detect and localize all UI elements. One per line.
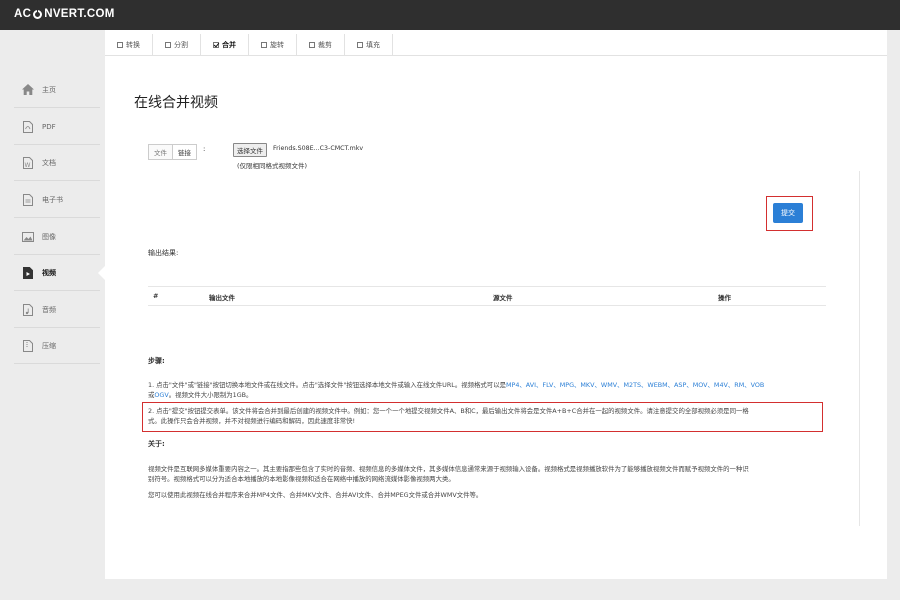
submit-button[interactable]: 提交 bbox=[773, 203, 803, 223]
source-toggle: 文件 链接 bbox=[148, 144, 197, 160]
sidebar-item-home[interactable]: 主页 bbox=[14, 72, 100, 108]
steps-title: 步骤: bbox=[148, 357, 165, 365]
image-icon bbox=[22, 231, 34, 243]
tab-split[interactable]: 分割 bbox=[153, 34, 201, 56]
about-text-b: 别符号。视频格式可以分为适合本地播放的本地影像视频和适合在网络中播放的网络流媒体… bbox=[148, 475, 455, 483]
tab-rotate[interactable]: 旋转 bbox=[249, 34, 297, 56]
column-header-source: 源文件 bbox=[493, 294, 513, 302]
video-icon bbox=[22, 266, 34, 279]
sidebar-item-label: 视频 bbox=[42, 268, 56, 277]
about-paragraph-2: 您可以使用此视频在线合并程序来合并MP4文件、合并MKV文件、合并AVI文件、合… bbox=[148, 491, 483, 499]
ebook-icon bbox=[22, 193, 34, 206]
column-header-index: # bbox=[153, 292, 159, 300]
step-1-size: 。视频文件大小限制为1GB。 bbox=[168, 391, 253, 399]
tab-label: 裁剪 bbox=[318, 41, 332, 49]
table-divider bbox=[148, 305, 826, 306]
audio-icon bbox=[22, 303, 34, 316]
step-1-text: 1. 点击"文件"或"链接"按钮切换本地文件或在线文件。点击"选择文件"按钮选择… bbox=[148, 381, 506, 389]
logo-power-icon bbox=[33, 8, 43, 19]
step-2-text-a: 2. 点击"提交"按钮提交表单。该文件将会合并到最后创建的视频文件中。例如：您一… bbox=[148, 407, 749, 415]
source-tab-link[interactable]: 链接 bbox=[173, 144, 197, 160]
about-text-a: 视频文件是互联网多媒体重要内容之一。其主要指那些包含了实时的音频、视频信息的多媒… bbox=[148, 465, 749, 473]
tab-label: 填充 bbox=[366, 41, 380, 49]
step-2: 2. 点击"提交"按钮提交表单。该文件将会合并到最后创建的视频文件中。例如：您一… bbox=[148, 406, 828, 426]
sidebar-item-label: 主页 bbox=[42, 85, 56, 94]
format-link-ogv[interactable]: OGV bbox=[154, 391, 168, 399]
tab-pad[interactable]: 填充 bbox=[345, 34, 393, 56]
logo-text-right: NVERT.COM bbox=[44, 8, 115, 20]
page-title: 在线合并视频 bbox=[134, 95, 218, 111]
logo-text-left: AC bbox=[14, 8, 32, 20]
file-hint: (仅限相同格式视频文件) bbox=[237, 162, 308, 170]
sidebar: 主页 PDF W 文档 电子书 图像 视频 音频 压缩 bbox=[0, 30, 106, 600]
archive-icon bbox=[22, 339, 34, 352]
sidebar-item-document[interactable]: W 文档 bbox=[14, 145, 100, 181]
sidebar-item-pdf[interactable]: PDF bbox=[14, 109, 100, 145]
column-header-action: 操作 bbox=[718, 294, 731, 302]
tab-convert[interactable]: 转换 bbox=[105, 34, 153, 56]
checkbox-icon bbox=[117, 42, 123, 48]
tool-tabs: 转换 分割 合并 旋转 裁剪 填充 bbox=[105, 34, 887, 56]
format-links[interactable]: MP4、AVI、FLV、MPG、MKV、WMV、M2TS、WEBM、ASP、MO… bbox=[506, 381, 764, 389]
checkbox-icon bbox=[309, 42, 315, 48]
tab-label: 转换 bbox=[126, 41, 140, 49]
tab-merge[interactable]: 合并 bbox=[201, 34, 249, 56]
sidebar-item-label: 电子书 bbox=[42, 195, 63, 204]
home-icon bbox=[22, 84, 34, 96]
logo[interactable]: AC NVERT.COM bbox=[14, 8, 115, 20]
tab-crop[interactable]: 裁剪 bbox=[297, 34, 345, 56]
sidebar-item-audio[interactable]: 音频 bbox=[14, 292, 100, 328]
top-bar: AC NVERT.COM bbox=[0, 0, 900, 30]
sidebar-item-image[interactable]: 图像 bbox=[14, 219, 100, 255]
selected-file-name: Friends.S08E...C3-CMCT.mkv bbox=[273, 145, 364, 152]
sidebar-item-label: 音频 bbox=[42, 305, 56, 314]
output-label: 输出结果: bbox=[148, 249, 179, 257]
tab-label: 旋转 bbox=[270, 41, 284, 49]
document-icon: W bbox=[22, 156, 34, 169]
column-header-output: 输出文件 bbox=[209, 294, 235, 302]
checkbox-icon bbox=[261, 42, 267, 48]
tab-label: 分割 bbox=[174, 41, 188, 49]
sidebar-item-label: 压缩 bbox=[42, 341, 56, 350]
svg-text:W: W bbox=[25, 162, 31, 169]
about-paragraph-1: 视频文件是互联网多媒体重要内容之一。其主要指那些包含了实时的音频、视频信息的多媒… bbox=[148, 464, 828, 484]
choose-file-button[interactable]: 选择文件 bbox=[233, 143, 267, 157]
about-title: 关于: bbox=[148, 440, 165, 448]
output-table: # 输出文件 源文件 操作 bbox=[148, 286, 826, 306]
sidebar-item-label: PDF bbox=[42, 122, 56, 131]
step-2-text-b: 式。此操作只会合并视频，并不对视频进行编码和解码，因此速度非常快! bbox=[148, 417, 356, 425]
divider bbox=[859, 171, 860, 526]
checkbox-icon bbox=[357, 42, 363, 48]
sidebar-item-ebook[interactable]: 电子书 bbox=[14, 182, 100, 218]
sidebar-item-label: 图像 bbox=[42, 232, 56, 241]
checkbox-icon bbox=[165, 42, 171, 48]
source-tab-file[interactable]: 文件 bbox=[148, 144, 173, 160]
pdf-icon bbox=[22, 120, 34, 133]
step-1: 1. 点击"文件"或"链接"按钮切换本地文件或在线文件。点击"选择文件"按钮选择… bbox=[148, 380, 828, 400]
main-panel: 转换 分割 合并 旋转 裁剪 填充 在线合并视频 文件 链接 : 选择文件 Fr… bbox=[105, 30, 887, 579]
checkbox-checked-icon bbox=[213, 42, 219, 48]
source-colon: : bbox=[203, 145, 206, 153]
sidebar-item-label: 文档 bbox=[42, 158, 56, 167]
sidebar-item-archive[interactable]: 压缩 bbox=[14, 328, 100, 364]
tab-label: 合并 bbox=[222, 41, 236, 49]
sidebar-item-video[interactable]: 视频 bbox=[14, 255, 106, 291]
